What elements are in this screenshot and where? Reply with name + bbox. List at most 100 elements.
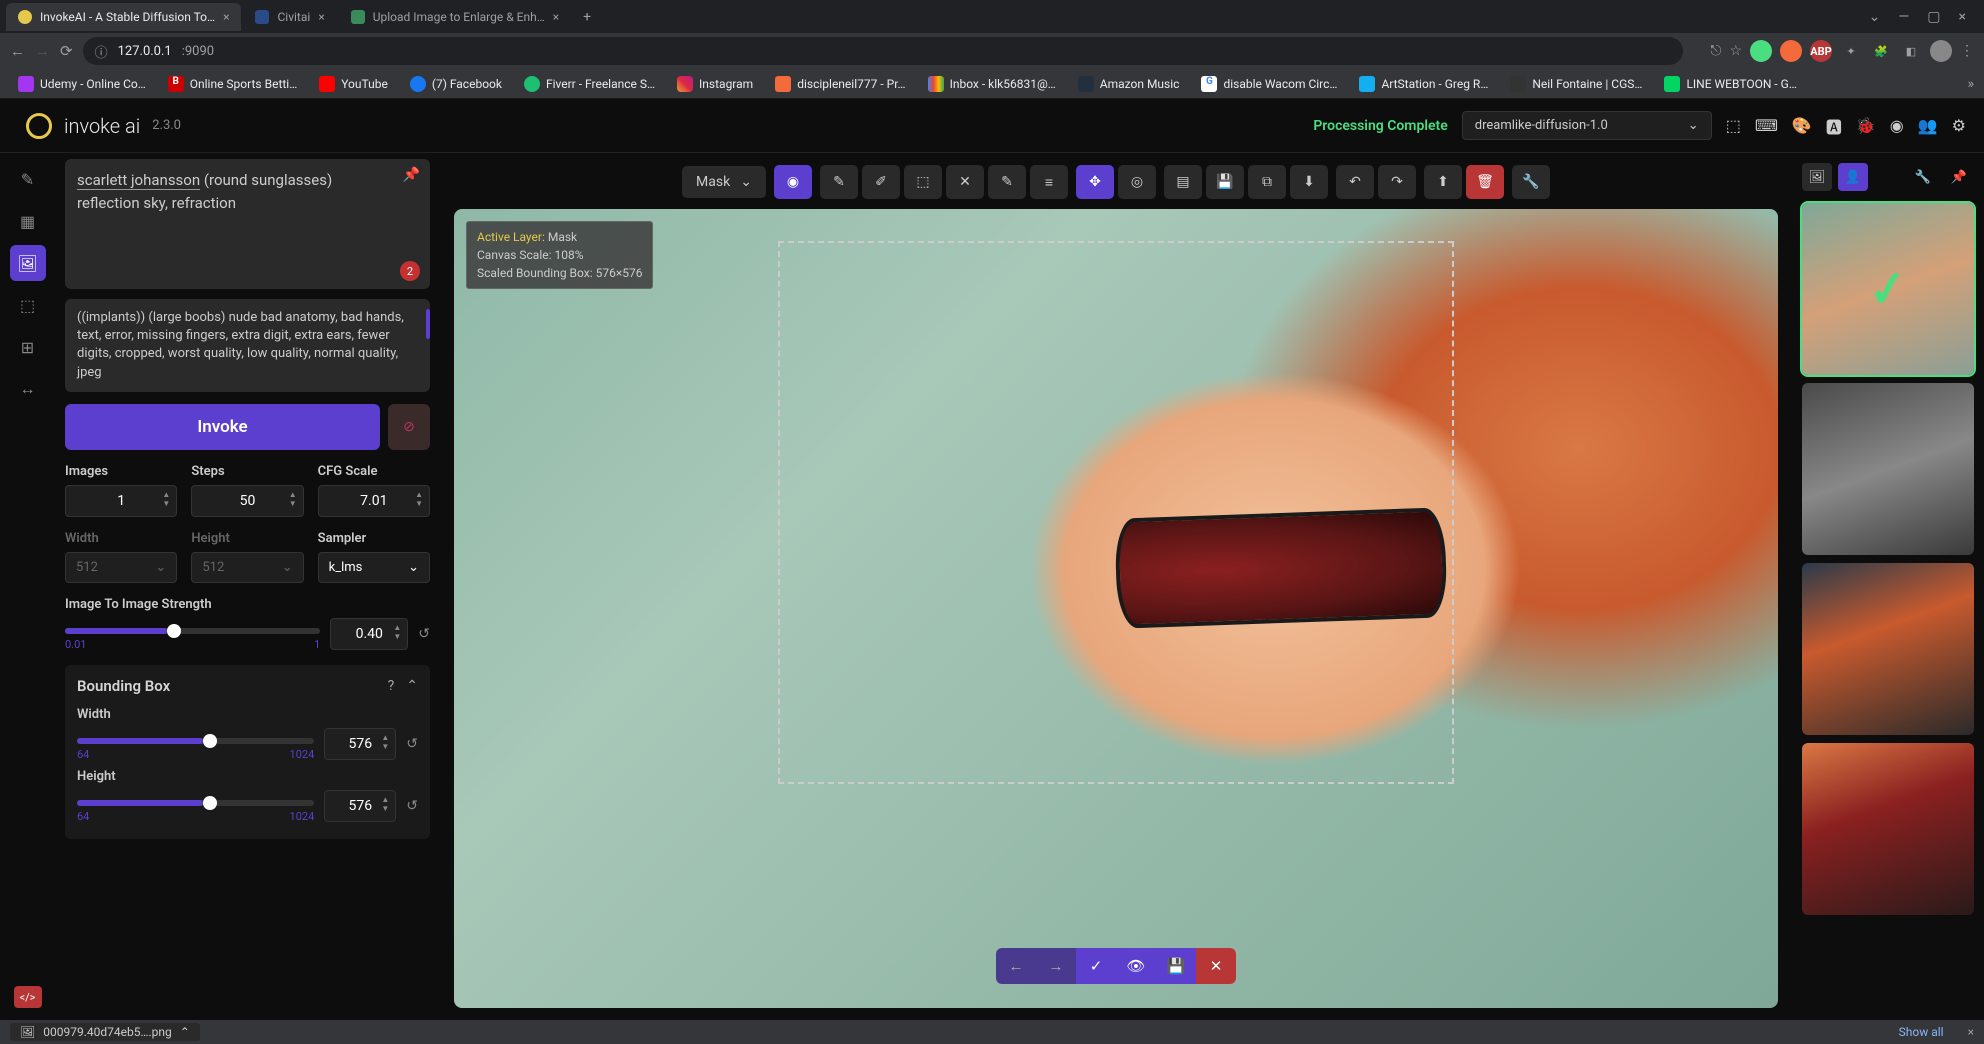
sampler-select[interactable]: k_lms⌄ [318,552,430,583]
gallery-thumb[interactable] [1802,563,1974,735]
browser-tab[interactable]: Upload Image to Enlarge & Enh… × [339,3,571,31]
rail-nodes[interactable]: ⬚ [10,287,46,323]
reset-view-button[interactable]: ◎ [1118,165,1156,199]
eraser-tool[interactable]: ✐ [862,165,900,199]
settings-icon[interactable]: ⚙ [1952,116,1966,135]
brush-options-button[interactable]: ≡ [1030,165,1068,199]
bookmark-item[interactable]: discipleneil777 - Pr… [767,73,913,95]
height-select[interactable]: 512⌄ [191,552,303,583]
gallery-thumb[interactable] [1802,743,1974,915]
scrollbar-thumb[interactable] [426,309,430,339]
stepper-icon[interactable]: ▲▼ [393,623,401,641]
reset-icon[interactable]: ↺ [418,626,430,642]
stepper-icon[interactable]: ▲▼ [381,733,389,751]
gallery-settings-icon[interactable]: 🔧 [1908,163,1938,191]
menu-icon[interactable]: ⋮ [1960,43,1974,59]
layer-select[interactable]: Mask⌄ [682,166,766,198]
cube-icon[interactable]: ⬚ [1726,116,1741,135]
browser-tab[interactable]: Civitai × [243,3,336,31]
images-input[interactable]: 1▲▼ [65,485,177,517]
gallery-tab-user[interactable]: 👤 [1838,163,1868,191]
share-icon[interactable]: ⎋ [1710,43,1721,59]
bookmark-item[interactable]: Udemy - Online Co… [10,73,154,95]
i2i-slider[interactable] [65,628,320,634]
bookmark-item[interactable]: Inbox - klk56831@… [920,73,1064,95]
extension-icon[interactable] [1780,40,1802,62]
merge-visible-button[interactable]: ▤ [1164,165,1202,199]
gallery-thumb[interactable] [1802,383,1974,555]
redo-button[interactable]: ↷ [1378,165,1416,199]
collapse-icon[interactable]: ⌃ [406,678,418,694]
star-icon[interactable]: ☆ [1729,43,1742,59]
invoke-button[interactable]: Invoke [65,404,380,450]
pin-icon[interactable]: 📌 [403,167,420,183]
stepper-icon[interactable]: ▲▼ [415,490,423,508]
reset-icon[interactable]: ↺ [406,736,418,752]
clear-mask-button[interactable]: ✕ [946,165,984,199]
width-select[interactable]: 512⌄ [65,552,177,583]
url-input[interactable]: ⓘ 127.0.0.1:9090 [83,37,1683,65]
chevron-down-icon[interactable]: ⌄ [1869,9,1881,25]
chevron-up-icon[interactable]: ⌃ [180,1025,190,1039]
fill-tool[interactable]: ⬚ [904,165,942,199]
negative-prompt-input[interactable]: ((implants)) (large boobs) nude bad anat… [65,299,430,392]
staging-show-button[interactable]: 👁 [1116,948,1156,984]
site-info-icon[interactable]: ⓘ [95,42,108,61]
staging-prev-button[interactable]: ← [996,948,1036,984]
eyedropper-tool[interactable]: ✎ [988,165,1026,199]
bbox-height-input[interactable]: 576▲▼ [324,790,396,822]
mask-toggle-button[interactable]: ◉ [774,165,812,199]
bbox-width-slider[interactable] [77,738,314,744]
staging-discard-button[interactable]: ✕ [1196,948,1236,984]
reload-button[interactable]: ⟳ [60,42,73,60]
i2i-value-input[interactable]: 0.40▲▼ [330,618,408,650]
rail-training[interactable]: ↔ [10,371,46,407]
maximize-icon[interactable]: ▢ [1927,9,1940,25]
bookmark-item[interactable]: Amazon Music [1070,73,1188,95]
keyboard-icon[interactable]: ⌨ [1755,116,1778,135]
bounding-box-overlay[interactable] [778,241,1453,784]
puzzle-icon[interactable]: 🧩 [1870,40,1892,62]
close-icon[interactable]: × [553,10,559,24]
rail-img2img[interactable]: ▦ [10,203,46,239]
staging-save-button[interactable]: 💾 [1156,948,1196,984]
rail-postprocess[interactable]: ⊞ [10,329,46,365]
close-window-icon[interactable]: × [1959,9,1966,25]
browser-tab-active[interactable]: InvokeAI - A Stable Diffusion To… × [6,3,241,31]
info-icon[interactable]: ? [388,678,395,694]
brush-tool[interactable]: ✎ [820,165,858,199]
save-to-gallery-button[interactable]: 💾 [1206,165,1244,199]
sidepanel-icon[interactable]: ◧ [1900,40,1922,62]
palette-icon[interactable]: 🎨 [1792,116,1812,135]
close-shelf-icon[interactable]: × [1968,1025,1974,1039]
extensions-icon[interactable]: ✦ [1840,40,1862,62]
gallery-pin-icon[interactable]: 📌 [1944,163,1974,191]
bookmark-item[interactable]: Gdisable Wacom Circ… [1193,73,1345,95]
staging-accept-button[interactable]: ✓ [1076,948,1116,984]
minimize-icon[interactable]: — [1898,9,1909,25]
bookmarks-overflow-icon[interactable]: » [1967,76,1974,92]
upload-button[interactable]: ⬆ [1424,165,1462,199]
new-tab-button[interactable]: + [573,9,601,25]
canvas-viewport[interactable]: Active Layer: Mask Canvas Scale: 108% Sc… [454,209,1778,1008]
stepper-icon[interactable]: ▲▼ [289,490,297,508]
bookmark-item[interactable]: BOnline Sports Betti… [160,73,305,95]
bookmark-item[interactable]: ArtStation - Greg R… [1351,73,1496,95]
bookmark-item[interactable]: Fiverr - Freelance S… [516,73,663,95]
close-icon[interactable]: × [318,10,324,24]
bbox-height-slider[interactable] [77,800,314,806]
close-icon[interactable]: × [223,10,229,24]
cancel-button[interactable]: ⊘ [388,404,430,450]
bug-icon[interactable]: 🐞 [1856,116,1876,135]
bookmark-item[interactable]: LINE WEBTOON - G… [1656,73,1804,95]
slider-thumb[interactable] [203,796,217,810]
stepper-icon[interactable]: ▲▼ [381,795,389,813]
positive-prompt-input[interactable]: 📌 scarlett johansson (round sunglasses) … [65,159,430,289]
extension-icon[interactable]: ABP [1810,40,1832,62]
github-icon[interactable]: ◉ [1890,116,1904,135]
back-button[interactable]: ← [10,42,25,60]
profile-avatar[interactable] [1930,40,1952,62]
clear-canvas-button[interactable]: 🗑 [1466,165,1504,199]
stepper-icon[interactable]: ▲▼ [162,490,170,508]
download-item[interactable]: 🖼 000979.40d74eb5….png ⌃ [10,1023,200,1041]
